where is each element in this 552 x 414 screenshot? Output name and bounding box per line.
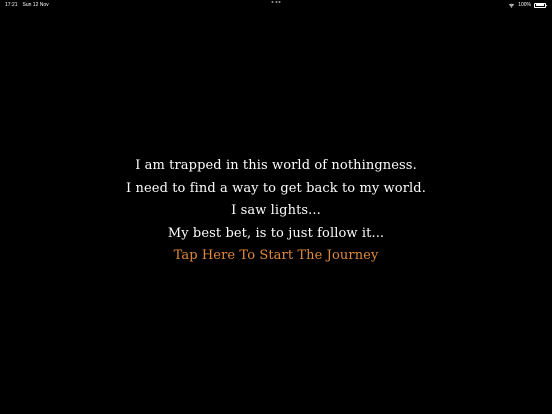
dot [278,1,281,3]
intro-line-1: I am trapped in this world of nothingnes… [135,158,417,173]
status-right: 100% [508,2,547,8]
status-date: Sun 12 Nov [22,2,49,8]
multitasking-dots-icon[interactable] [271,1,281,3]
start-journey-button[interactable]: Tap Here To Start The Journey [174,245,379,268]
status-bar: 17:21 Sun 12 Nov 100% [0,0,552,10]
battery-fill [535,4,545,6]
game-screen: 17:21 Sun 12 Nov 100% I am trapped in th… [0,0,552,414]
wifi-icon [509,3,515,8]
status-time: 17:21 [5,2,18,8]
intro-line-3: I saw lights... [231,203,321,218]
intro-line-2: I need to find a way to get back to my w… [126,180,426,196]
battery-icon [534,2,547,8]
battery-percent: 100% [518,2,531,8]
intro-line-4: My best bet, is to just follow it... [167,225,385,241]
status-left: 17:21 Sun 12 Nov [5,2,49,8]
dot [271,1,274,3]
dot [275,1,277,3]
intro-text: I am trapped in this world of nothingnes… [0,155,552,268]
